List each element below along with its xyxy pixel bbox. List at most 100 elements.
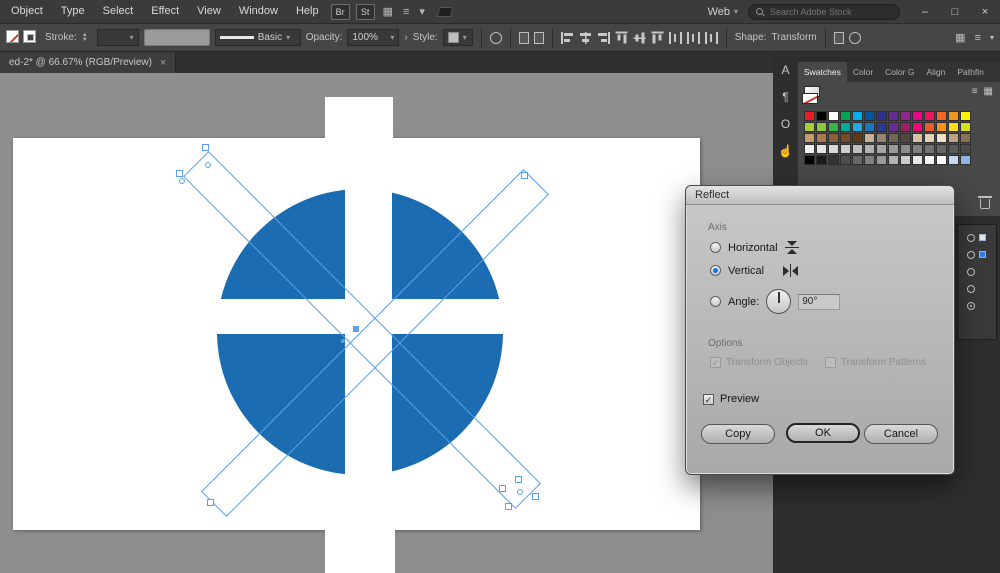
swatch[interactable]	[804, 122, 815, 132]
swatch[interactable]	[864, 133, 875, 143]
share-icon[interactable]	[437, 7, 453, 17]
swatch[interactable]	[852, 144, 863, 154]
opentype-panel-icon[interactable]: O	[773, 112, 798, 139]
delete-swatch-icon[interactable]	[980, 199, 990, 209]
vertical-radio[interactable]	[710, 265, 721, 276]
swatch[interactable]	[876, 122, 887, 132]
swatch[interactable]	[828, 122, 839, 132]
selection-center-point[interactable]	[353, 326, 359, 332]
menu-type[interactable]: Type	[52, 0, 94, 23]
menu-effect[interactable]: Effect	[142, 0, 188, 23]
swatch[interactable]	[936, 122, 947, 132]
stroke-weight-dropdown[interactable]: ▾	[97, 29, 139, 46]
layer-target-icon[interactable]	[967, 268, 975, 276]
selection-handle[interactable]	[505, 503, 512, 510]
workspace-switcher[interactable]: Web ▾	[708, 6, 738, 18]
transform-patterns-label[interactable]: Transform Patterns	[841, 357, 926, 368]
swatch[interactable]	[828, 155, 839, 165]
chevron-down-icon[interactable]: ▾	[990, 33, 994, 42]
swatch[interactable]	[900, 155, 911, 165]
style-dropdown[interactable]: ▾	[443, 29, 473, 46]
panel-menu-icon[interactable]: ≡	[975, 32, 981, 44]
angle-radio[interactable]	[710, 296, 721, 307]
swatch[interactable]	[912, 111, 923, 121]
maximize-button[interactable]: □	[940, 0, 970, 24]
isolate-selection-icon[interactable]	[834, 32, 844, 44]
selection-handle[interactable]	[176, 170, 183, 177]
panel-tab-color-g[interactable]: Color G	[879, 62, 920, 82]
menu-object[interactable]: Object	[2, 0, 52, 23]
selection-handle[interactable]	[499, 485, 506, 492]
minimize-button[interactable]: –	[910, 0, 940, 24]
touch-type-panel-icon[interactable]: ☝	[773, 139, 798, 166]
swatch[interactable]	[840, 122, 851, 132]
distribute-icon[interactable]	[705, 32, 718, 44]
swatch[interactable]	[840, 144, 851, 154]
transform-patterns-checkbox[interactable]	[825, 357, 836, 368]
swatch[interactable]	[852, 111, 863, 121]
variable-width-dropdown[interactable]	[144, 29, 210, 46]
swatch[interactable]	[948, 155, 959, 165]
swatch[interactable]	[900, 133, 911, 143]
angle-field[interactable]	[798, 294, 840, 310]
swatch[interactable]	[960, 122, 971, 132]
swatch[interactable]	[840, 111, 851, 121]
document-setup-icon[interactable]	[519, 32, 529, 44]
panel-tab-pathfin[interactable]: Pathfin	[951, 62, 989, 82]
horizontal-radio[interactable]	[710, 242, 721, 253]
swatch[interactable]	[852, 155, 863, 165]
swatch[interactable]	[960, 155, 971, 165]
swatch[interactable]	[888, 122, 899, 132]
swatch[interactable]	[924, 144, 935, 154]
bridge-button[interactable]: Br	[331, 4, 350, 20]
swatch[interactable]	[804, 155, 815, 165]
swatch[interactable]	[804, 111, 815, 121]
cancel-button[interactable]: Cancel	[864, 424, 938, 444]
menu-select[interactable]: Select	[94, 0, 143, 23]
swatch[interactable]	[912, 133, 923, 143]
list-view-icon[interactable]: ≡	[972, 86, 978, 97]
angle-radio-label[interactable]: Angle:	[728, 296, 759, 308]
arrange-documents-icon[interactable]: ▦	[383, 5, 393, 18]
vertical-radio-label[interactable]: Vertical	[728, 265, 764, 277]
swatch[interactable]	[900, 144, 911, 154]
white-rectangle-top[interactable]	[325, 97, 393, 138]
white-rectangle-bottom[interactable]	[325, 530, 395, 573]
swatch[interactable]	[948, 144, 959, 154]
workspace-grid-icon[interactable]: ▦	[955, 31, 965, 44]
swatch[interactable]	[924, 133, 935, 143]
menu-help[interactable]: Help	[287, 0, 328, 23]
fill-none-swatch[interactable]	[6, 30, 19, 43]
swatch[interactable]	[816, 133, 827, 143]
swatch[interactable]	[828, 144, 839, 154]
preview-label[interactable]: Preview	[720, 393, 759, 405]
swatch[interactable]	[804, 144, 815, 154]
swatch[interactable]	[864, 122, 875, 132]
distribute-icon[interactable]	[687, 32, 700, 44]
panel-tab-swatches[interactable]: Swatches	[798, 62, 847, 82]
layer-target-icon[interactable]	[967, 302, 975, 310]
selection-handle[interactable]	[179, 178, 185, 184]
document-tab[interactable]: ed-2* @ 66.67% (RGB/Preview) ×	[0, 52, 176, 73]
preview-checkbox[interactable]: ✓	[703, 394, 714, 405]
selection-handle[interactable]	[202, 144, 209, 151]
none-swatch[interactable]	[802, 93, 818, 104]
transform-label[interactable]: Transform	[771, 32, 816, 43]
layer-target-icon[interactable]	[967, 251, 975, 259]
swatch[interactable]	[924, 122, 935, 132]
copy-button[interactable]: Copy	[701, 424, 775, 444]
align-hcenter-icon[interactable]	[579, 32, 592, 44]
recolor-artwork-icon[interactable]	[490, 32, 502, 44]
document-layout-icon[interactable]: ≡	[403, 6, 409, 18]
swatch[interactable]	[912, 122, 923, 132]
swatch[interactable]	[816, 111, 827, 121]
swatch[interactable]	[888, 155, 899, 165]
panel-tab-align[interactable]: Align	[920, 62, 951, 82]
character-panel-icon[interactable]: A	[773, 58, 798, 85]
align-vcenter-icon[interactable]	[633, 31, 645, 44]
swatch[interactable]	[828, 111, 839, 121]
menu-window[interactable]: Window	[230, 0, 287, 23]
swatch[interactable]	[864, 111, 875, 121]
swatch[interactable]	[864, 155, 875, 165]
swatch[interactable]	[888, 111, 899, 121]
